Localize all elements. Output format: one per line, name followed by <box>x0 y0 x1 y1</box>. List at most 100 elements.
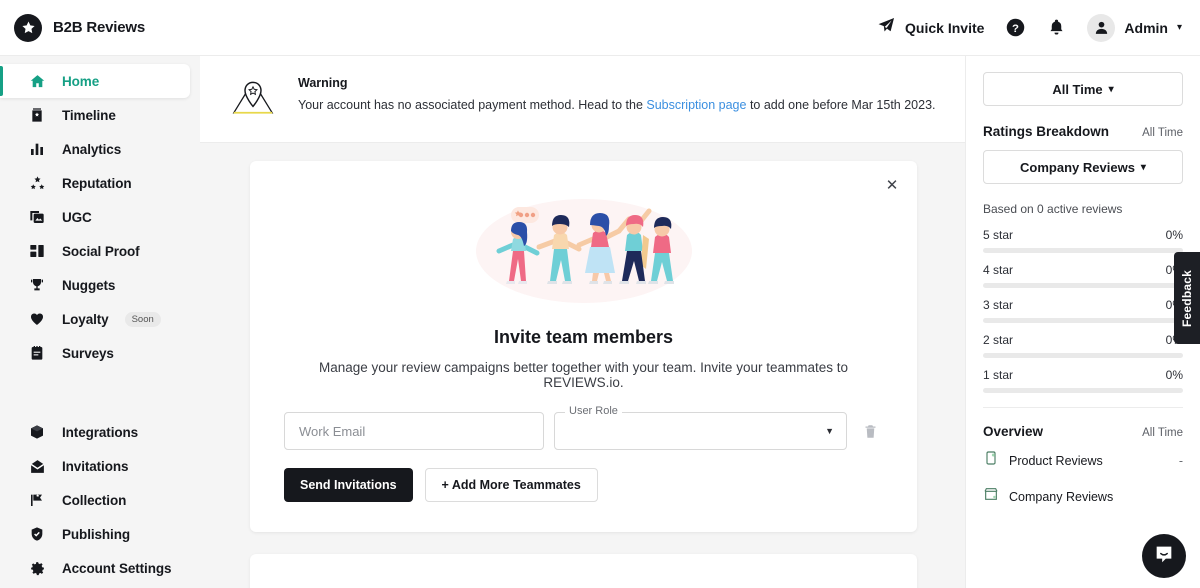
sidebar-item-timeline[interactable]: Timeline <box>0 98 190 132</box>
user-avatar-icon <box>1087 13 1116 42</box>
user-role-select-wrap: User Role ▼ <box>554 405 847 450</box>
sidebar: Home Timeline Analytics Reputation UGC S… <box>0 56 200 588</box>
warning-text-before: Your account has no associated payment m… <box>298 98 647 112</box>
warning-text: Your account has no associated payment m… <box>298 96 936 114</box>
sidebar-item-social-proof[interactable]: Social Proof <box>0 234 190 268</box>
chevron-down-icon: ▾ <box>1176 22 1182 33</box>
overview-title: Overview <box>983 424 1044 439</box>
rating-label: 2 star <box>983 333 1014 347</box>
sidebar-item-label: Publishing <box>62 526 130 542</box>
rating-row-top: 5 star 0% <box>983 228 1183 242</box>
paper-plane-icon <box>877 16 896 40</box>
sidebar-item-label: Nuggets <box>62 277 116 293</box>
user-role-legend: User Role <box>565 405 622 417</box>
trash-icon[interactable] <box>857 424 883 439</box>
invite-form-row: Work Email User Role ▼ <box>284 405 883 450</box>
based-on-text: Based on 0 active reviews <box>983 202 1123 216</box>
sidebar-item-label: Surveys <box>62 345 114 361</box>
rating-row: 1 star 0% <box>983 368 1183 393</box>
rating-bar <box>983 318 1183 323</box>
work-email-input[interactable]: Work Email <box>284 412 544 450</box>
user-role-select[interactable]: ▼ <box>554 412 847 450</box>
brand-name: B2B Reviews <box>53 19 146 36</box>
product-review-icon <box>983 450 999 471</box>
rating-row: 4 star 0% <box>983 263 1183 288</box>
overview-value: - <box>1178 453 1183 468</box>
add-more-teammates-button[interactable]: + Add More Teammates <box>424 468 598 502</box>
time-filter-dropdown[interactable]: All Time ▾ <box>983 72 1183 106</box>
sidebar-item-loyalty[interactable]: Loyalty Soon <box>0 302 190 336</box>
admin-label: Admin <box>1124 19 1168 36</box>
sidebar-item-account-settings[interactable]: Account Settings <box>0 551 190 585</box>
main-scroll-area: ✕ Invite team members Manage your review… <box>200 143 965 588</box>
sidebar-item-label: Home <box>62 73 100 89</box>
sidebar-item-label: Collection <box>62 492 127 508</box>
sidebar-item-label: Social Proof <box>62 243 140 259</box>
sidebar-item-home[interactable]: Home <box>0 64 190 98</box>
flag-star-icon <box>28 492 46 508</box>
warning-text-after: to add one before Mar 15th 2023. <box>746 98 936 112</box>
top-bar-actions: Quick Invite ? Admin ▾ <box>877 13 1182 42</box>
quick-invite-button[interactable]: Quick Invite <box>877 16 984 40</box>
brand[interactable]: B2B Reviews <box>14 13 146 42</box>
invite-button-row: Send Invitations + Add More Teammates <box>284 468 883 502</box>
rating-label: 5 star <box>983 228 1014 242</box>
account-menu[interactable]: Admin ▾ <box>1087 13 1182 42</box>
work-email-placeholder: Work Email <box>299 423 366 439</box>
layout-blocks-icon <box>28 243 46 259</box>
rating-percent: 0% <box>1165 368 1183 382</box>
rating-label: 4 star <box>983 263 1014 277</box>
sidebar-item-label: Reputation <box>62 175 132 191</box>
team-celebration-illustration <box>284 187 883 327</box>
app-root: B2B Reviews Quick Invite ? Admin ▾ Home … <box>0 0 1200 588</box>
star-badge-icon <box>14 13 42 42</box>
box-icon <box>28 424 46 440</box>
sidebar-divider-gap <box>0 370 200 415</box>
sidebar-item-label: Loyalty <box>62 311 109 327</box>
invite-card-subtitle: Manage your review campaigns better toge… <box>318 360 848 390</box>
chevron-down-icon: ▾ <box>1140 161 1146 173</box>
feedback-tab[interactable]: Feedback <box>1174 252 1200 344</box>
sidebar-item-collection[interactable]: Collection <box>0 483 190 517</box>
sidebar-item-label: Account Settings <box>62 560 172 576</box>
ratings-list: 5 star 0% 4 star 0% 3 star 0% <box>983 228 1183 393</box>
send-invitations-button[interactable]: Send Invitations <box>284 468 413 502</box>
chevron-down-icon: ▾ <box>1108 83 1114 95</box>
invite-team-card: ✕ Invite team members Manage your review… <box>250 161 917 532</box>
overview-label: Product Reviews <box>1009 453 1103 468</box>
time-filter-label: All Time <box>1052 81 1103 97</box>
sidebar-item-analytics[interactable]: Analytics <box>0 132 190 166</box>
rating-row-top: 1 star 0% <box>983 368 1183 382</box>
overview-header: Overview All Time <box>983 424 1183 439</box>
shield-check-icon <box>28 526 46 542</box>
sidebar-item-surveys[interactable]: Surveys <box>0 336 190 370</box>
lower-promo-card <box>250 554 917 588</box>
help-circle-icon[interactable]: ? <box>1005 17 1026 38</box>
feedback-tab-label: Feedback <box>1180 269 1194 327</box>
rating-label: 1 star <box>983 368 1014 382</box>
rating-row-top: 4 star 0% <box>983 263 1183 277</box>
chat-widget-button[interactable] <box>1142 534 1186 578</box>
ratings-breakdown-title: Ratings Breakdown <box>983 124 1110 139</box>
ratings-breakdown-header: Ratings Breakdown All Time <box>983 124 1183 139</box>
sidebar-item-invitations[interactable]: Invitations <box>0 449 190 483</box>
sidebar-item-integrations[interactable]: Integrations <box>0 415 190 449</box>
sidebar-item-ugc[interactable]: UGC <box>0 200 190 234</box>
subscription-page-link[interactable]: Subscription page <box>646 98 746 112</box>
review-source-dropdown[interactable]: Company Reviews ▾ <box>983 150 1183 184</box>
invite-card-title: Invite team members <box>493 327 674 347</box>
home-icon <box>28 73 46 90</box>
rating-row: 2 star 0% <box>983 333 1183 358</box>
close-icon[interactable]: ✕ <box>881 174 903 196</box>
timeline-icon <box>28 107 46 123</box>
overview-row-company-reviews: Company Reviews <box>983 486 1183 507</box>
sidebar-item-nuggets[interactable]: Nuggets <box>0 268 190 302</box>
sidebar-item-publishing[interactable]: Publishing <box>0 517 190 551</box>
review-source-label: Company Reviews <box>1020 159 1135 175</box>
sidebar-item-reputation[interactable]: Reputation <box>0 166 190 200</box>
rating-bar <box>983 388 1183 393</box>
main-content: ✕ Invite team members Manage your review… <box>200 161 965 588</box>
overview-row-product-reviews: Product Reviews - <box>983 450 1183 471</box>
rating-label: 3 star <box>983 298 1014 312</box>
bell-icon[interactable] <box>1047 18 1066 37</box>
